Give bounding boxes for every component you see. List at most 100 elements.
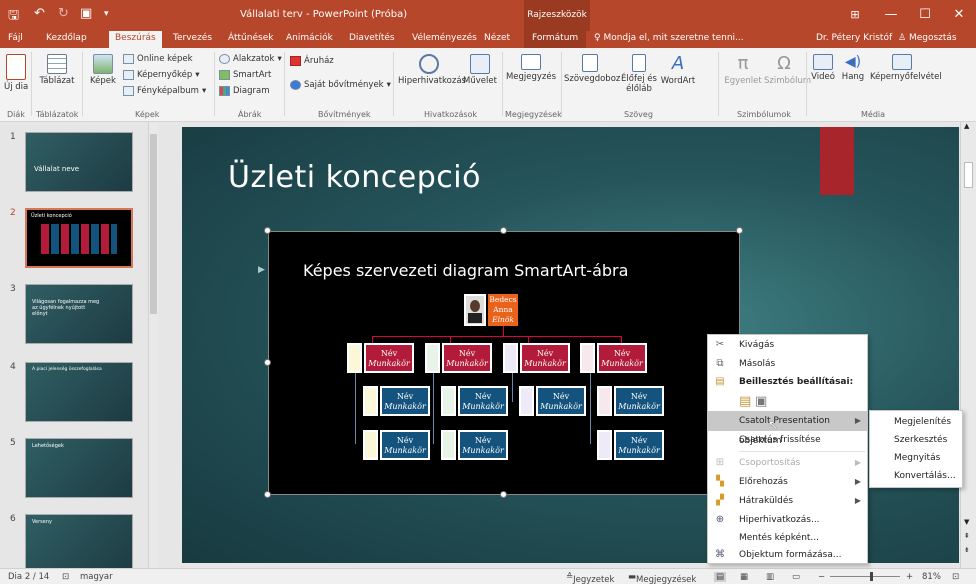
resize-handle[interactable] <box>736 227 743 234</box>
menu-item-send-backward[interactable]: ▞ Hátraküldés ▶ <box>708 491 867 511</box>
org-box[interactable]: Név Munkakör <box>442 343 492 373</box>
menu-item-linked-object[interactable]: Csatolt Presentation objektum ▶ <box>708 411 867 446</box>
slide-thumbnail-4[interactable]: A piaci jelenség összefoglalása <box>25 362 133 422</box>
org-box-top[interactable]: Bedecs Anna Elnök <box>488 294 518 326</box>
menu-item-group[interactable]: ⊞ Csoportosítás ▶ <box>708 453 867 473</box>
ribbon-display-options-icon[interactable]: ⊞ <box>838 0 872 31</box>
store-button[interactable]: Áruház <box>290 56 334 66</box>
scroll-thumb[interactable] <box>150 134 157 314</box>
maximize-button[interactable]: ☐ <box>908 0 942 31</box>
org-box[interactable]: Név Munkakör <box>380 386 430 416</box>
org-box[interactable]: Név Munkakör <box>597 343 647 373</box>
my-addins-button[interactable]: Saját bővítmények ▾ <box>290 80 391 90</box>
thumbnail-scrollbar[interactable] <box>148 122 158 568</box>
slide-thumbnail-3[interactable]: Világosan fogalmazza meg az ügyfélnek ny… <box>25 284 133 344</box>
menu-item-copy[interactable]: ⧉ Másolás <box>708 354 867 374</box>
share-button[interactable]: ♙ Megosztás <box>898 33 957 43</box>
tab-animations[interactable]: Animációk <box>286 33 333 43</box>
submenu-item-show[interactable]: Megjelenítés <box>870 413 962 432</box>
menu-item-hyperlink[interactable]: ⊕ Hiperhivatkozás... <box>708 510 867 530</box>
org-box[interactable]: Név Munkakör <box>380 430 430 460</box>
customize-qat-icon[interactable]: ▾ <box>104 9 109 19</box>
slide-thumbnail-5[interactable]: Lehetőségek <box>25 438 133 498</box>
tab-transitions[interactable]: Áttűnések <box>228 33 273 43</box>
zoom-level[interactable]: 81% <box>922 572 941 582</box>
org-box[interactable]: Név Munkakör <box>536 386 586 416</box>
next-slide-icon[interactable]: ⇟ <box>964 546 970 554</box>
user-name[interactable]: Dr. Pétery Kristóf <box>816 33 892 43</box>
textbox-button[interactable]: Szövegdoboz <box>564 54 620 84</box>
redo-icon[interactable]: ↻ <box>58 6 69 21</box>
org-box[interactable]: Név Munkakör <box>458 430 508 460</box>
comments-button[interactable]: ▬ Megjegyzések <box>628 572 696 584</box>
slide-thumbnail-6[interactable]: Verseny <box>25 514 133 574</box>
submenu-item-edit[interactable]: Szerkesztés <box>870 431 962 450</box>
scroll-down-icon[interactable]: ▼ <box>964 518 969 526</box>
action-button[interactable]: Művelet <box>462 54 498 86</box>
resize-handle[interactable] <box>264 227 271 234</box>
smartart-button[interactable]: SmartArt <box>219 70 271 80</box>
tab-format[interactable]: Formátum <box>524 31 587 48</box>
new-slide-button[interactable]: Új dia <box>4 54 28 92</box>
org-box[interactable]: Név Munkakör <box>458 386 508 416</box>
slide-title[interactable]: Üzleti koncepció <box>228 160 481 195</box>
menu-item-bring-forward[interactable]: ▚ Előrehozás ▶ <box>708 472 867 492</box>
slide-thumbnail-2[interactable]: Üzleti koncepció <box>25 208 133 268</box>
menu-item-refresh-link[interactable]: Csatolás frissítése <box>708 430 867 450</box>
slide-thumbnail-1[interactable]: Vállalat neve <box>25 132 133 192</box>
slide-sorter-icon[interactable]: ▦ <box>740 572 748 582</box>
resize-handle[interactable] <box>500 491 507 498</box>
chart-button[interactable]: Diagram <box>219 86 270 96</box>
resize-handle[interactable] <box>264 359 271 366</box>
language-indicator[interactable]: magyar <box>80 572 113 582</box>
slide-scrollbar[interactable]: ▲ ▼ ⇞ ⇟ <box>960 122 976 568</box>
paste-keep-format-icon[interactable]: ▤ <box>739 392 751 412</box>
scroll-up-icon[interactable]: ▲ <box>964 122 969 130</box>
tab-home[interactable]: Kezdőlap <box>46 33 87 43</box>
audio-button[interactable]: ◀) Hang <box>840 54 866 82</box>
spellcheck-icon[interactable]: ⊡ <box>62 572 69 582</box>
video-button[interactable]: Videó <box>810 54 836 82</box>
paste-picture-icon[interactable]: ▣ <box>755 392 767 412</box>
notes-button[interactable]: ≙ Jegyzetek <box>566 572 614 584</box>
menu-item-format-object[interactable]: ⌘ Objektum formázása... <box>708 545 867 565</box>
tab-view[interactable]: Nézet <box>484 33 510 43</box>
header-footer-button[interactable]: Élőfej és élőláb <box>618 54 660 94</box>
comment-button[interactable]: Megjegyzés <box>505 54 557 82</box>
close-button[interactable]: ✕ <box>942 0 976 31</box>
shapes-button[interactable]: Alakzatok ▾ <box>219 54 282 64</box>
tab-design[interactable]: Tervezés <box>173 33 212 43</box>
table-button[interactable]: Táblázat <box>36 54 78 86</box>
fit-to-window-icon[interactable]: ⊡ <box>952 572 959 582</box>
org-box[interactable]: Név Munkakör <box>614 386 664 416</box>
submenu-item-convert[interactable]: Konvertálás... <box>870 467 962 486</box>
hyperlink-button[interactable]: Hiperhivatkozás <box>398 54 466 86</box>
reading-view-icon[interactable]: ▥ <box>766 572 774 582</box>
normal-view-icon[interactable]: ▤ <box>714 572 727 582</box>
wordart-button[interactable]: A WordArt <box>660 54 696 87</box>
screen-recording-button[interactable]: Képernyőfelvétel <box>870 54 942 82</box>
tab-file[interactable]: Fájl <box>8 33 23 43</box>
org-box[interactable]: Név Munkakör <box>614 430 664 460</box>
prev-slide-icon[interactable]: ⇞ <box>964 532 970 540</box>
resize-handle[interactable] <box>264 491 271 498</box>
pictures-button[interactable]: Képek <box>88 54 118 86</box>
org-box[interactable]: Név Munkakör <box>364 343 414 373</box>
tell-me-search[interactable]: ♀ Mondja el, mit szeretne tenni... <box>594 33 744 43</box>
org-box[interactable]: Név Munkakör <box>520 343 570 373</box>
start-slideshow-icon[interactable]: ▣ <box>80 6 92 21</box>
resize-handle[interactable] <box>500 227 507 234</box>
submenu-item-open[interactable]: Megnyitás <box>870 449 962 468</box>
zoom-slider[interactable] <box>830 576 900 577</box>
zoom-out-button[interactable]: − <box>818 572 825 582</box>
zoom-slider-thumb[interactable] <box>870 572 873 581</box>
photo-album-button[interactable]: Fényképalbum ▾ <box>123 86 206 96</box>
text-pane-arrow-icon[interactable]: ▶ <box>258 265 265 275</box>
tab-review[interactable]: Véleményezés <box>412 33 477 43</box>
slideshow-view-icon[interactable]: ▭ <box>792 572 800 582</box>
menu-item-cut[interactable]: ✂ Kivágás <box>708 335 867 355</box>
undo-icon[interactable]: ↶ <box>34 6 45 21</box>
scroll-thumb[interactable] <box>964 162 973 188</box>
zoom-in-button[interactable]: + <box>906 572 913 582</box>
save-icon[interactable]: 🖫 <box>8 6 19 28</box>
